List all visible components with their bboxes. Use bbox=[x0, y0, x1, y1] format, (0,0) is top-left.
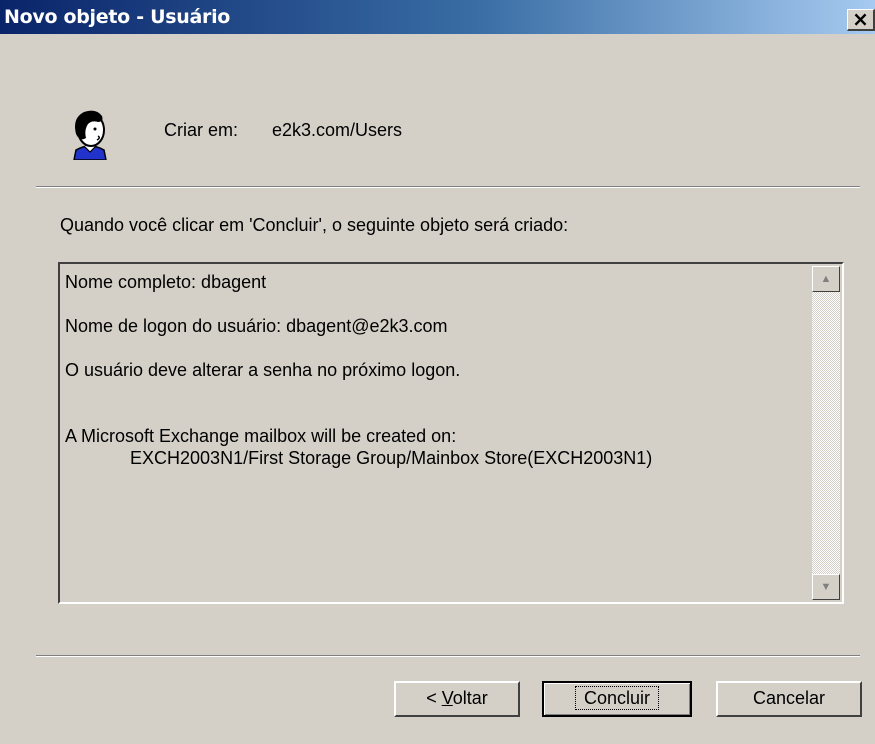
create-in-label: Criar em: bbox=[164, 120, 239, 140]
back-prefix: < bbox=[426, 688, 442, 708]
summary-line bbox=[65, 293, 652, 315]
finish-button[interactable]: Concluir bbox=[542, 681, 692, 717]
separator-top bbox=[36, 186, 860, 188]
finish-label: Concluir bbox=[574, 686, 660, 710]
close-button[interactable]: × bbox=[847, 9, 875, 31]
vertical-scrollbar[interactable]: ▲ ▼ bbox=[812, 266, 840, 600]
scroll-up-button[interactable]: ▲ bbox=[812, 266, 840, 292]
summary-line: Nome completo: dbagent bbox=[65, 272, 267, 292]
title-bar: Novo objeto - Usuário × bbox=[0, 0, 875, 34]
summary-line: A Microsoft Exchange mailbox will be cre… bbox=[65, 426, 457, 446]
back-button[interactable]: < Voltar bbox=[394, 681, 520, 717]
back-label: oltar bbox=[452, 688, 488, 708]
summary-textbox[interactable]: Nome completo: dbagent Nome de logon do u… bbox=[58, 262, 844, 604]
window-title: Novo objeto - Usuário bbox=[4, 6, 231, 28]
close-icon: × bbox=[852, 7, 869, 31]
summary-line bbox=[65, 337, 652, 359]
summary-line: EXCH2003N1/First Storage Group/Mainbox S… bbox=[65, 448, 653, 468]
summary-line bbox=[65, 381, 652, 403]
separator-bottom bbox=[36, 655, 860, 657]
create-in-path: e2k3.com/Users bbox=[272, 120, 403, 140]
cancel-button[interactable]: Cancelar bbox=[716, 681, 862, 717]
summary-line: Nome de logon do usuário: dbagent@e2k3.c… bbox=[65, 316, 448, 336]
summary-line: O usuário deve alterar a senha no próxim… bbox=[65, 360, 461, 380]
scroll-down-button[interactable]: ▼ bbox=[812, 574, 840, 600]
intro-text: Quando você clicar em 'Concluir', o segu… bbox=[60, 215, 569, 235]
summary-line bbox=[65, 403, 652, 425]
back-accelerator: V bbox=[441, 688, 453, 708]
summary-content: Nome completo: dbagent Nome de logon do u… bbox=[65, 271, 652, 469]
user-icon bbox=[73, 110, 107, 160]
arrow-down-icon: ▼ bbox=[820, 581, 832, 593]
arrow-up-icon: ▲ bbox=[820, 273, 832, 285]
cancel-label: Cancelar bbox=[752, 688, 826, 708]
